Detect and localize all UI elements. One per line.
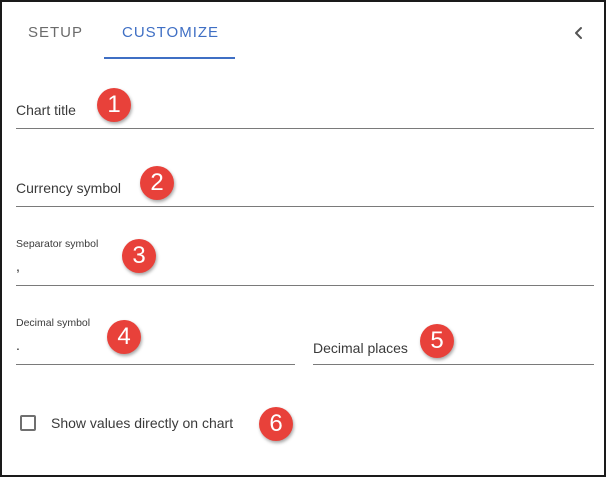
annotation-badge-4: 4 [107, 320, 141, 354]
separator-symbol-label: Separator symbol [16, 238, 99, 250]
annotation-badge-6: 6 [259, 407, 293, 441]
chevron-left-icon [575, 27, 582, 39]
annotation-badge-2: 2 [140, 166, 174, 200]
collapse-panel-button[interactable] [568, 22, 590, 44]
show-values-checkbox[interactable] [20, 415, 36, 431]
annotation-badge-3: 3 [122, 239, 156, 273]
show-values-label[interactable]: Show values directly on chart [51, 415, 233, 431]
currency-symbol-field[interactable]: Currency symbol [16, 162, 594, 207]
active-tab-indicator [104, 57, 235, 59]
chart-title-label: Chart title [16, 102, 76, 118]
decimal-symbol-value: . [16, 337, 20, 353]
decimal-symbol-label: Decimal symbol [16, 317, 91, 329]
decimal-places-label: Decimal places [313, 340, 408, 356]
customize-panel: SETUP CUSTOMIZE Chart title Currency sym… [0, 0, 606, 477]
decimal-symbol-field[interactable]: Decimal symbol . [16, 313, 295, 365]
currency-symbol-label: Currency symbol [16, 180, 122, 196]
separator-symbol-value: , [16, 258, 20, 274]
show-values-row: Show values directly on chart [20, 412, 233, 434]
annotation-badge-1: 1 [97, 88, 131, 122]
separator-symbol-field[interactable]: Separator symbol , [16, 234, 594, 286]
tab-customize[interactable]: CUSTOMIZE [122, 24, 219, 41]
annotation-badge-5: 5 [420, 324, 454, 358]
tab-bar: SETUP CUSTOMIZE [2, 2, 604, 60]
tab-setup[interactable]: SETUP [28, 24, 83, 41]
